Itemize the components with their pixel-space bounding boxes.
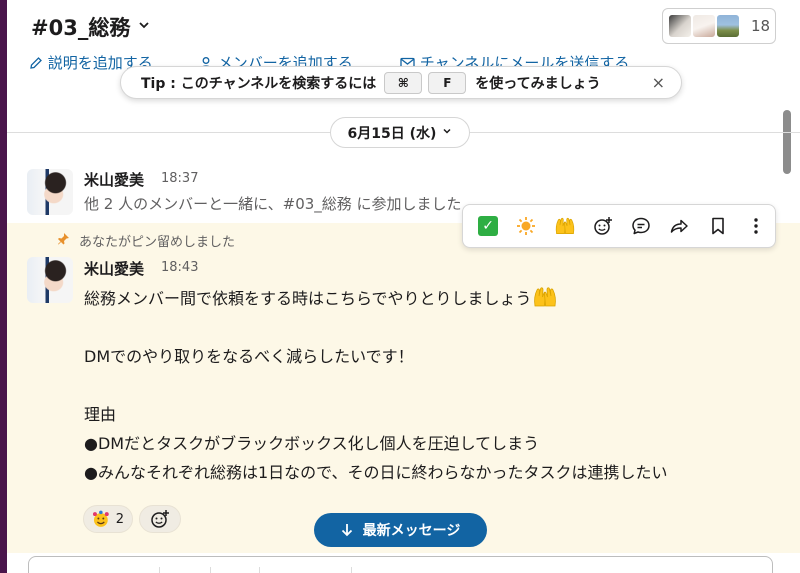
more-actions-button[interactable] [737, 210, 775, 242]
message-line [84, 313, 668, 342]
reply-thread-icon [632, 217, 650, 235]
message-line [84, 371, 668, 400]
message-timestamp[interactable]: 18:37 [161, 171, 198, 186]
toolbar-separator [351, 567, 352, 573]
add-reaction-icon [151, 510, 169, 528]
search-tip-banner: Tip : このチャンネルを検索するには ⌘ F を使ってみましょう × [120, 66, 682, 99]
jump-to-latest-button[interactable]: 最新メッセージ [314, 513, 487, 547]
message-line: 理由 [84, 405, 117, 424]
close-icon[interactable]: × [652, 73, 665, 92]
raised-hands-emoji [533, 287, 556, 307]
composer-toolbar [29, 567, 772, 573]
tip-prefix: Tip : このチャンネルを検索するには [141, 75, 377, 92]
toolbar-separator [259, 567, 260, 573]
toolbar-separator [210, 567, 211, 573]
pinned-notice: あなたがピン留めしました [57, 231, 235, 250]
channel-members-button[interactable]: 18 [662, 8, 776, 44]
reply-in-thread-button[interactable] [622, 210, 660, 242]
chevron-down-icon [442, 126, 452, 139]
share-message-button[interactable] [660, 210, 698, 242]
message-line: DMでのやり取りをなるべく減らしたいです！ [84, 347, 414, 366]
message-line: 総務メンバー間で依頼をする時はこちらでやりとりしましょう [84, 284, 668, 313]
more-icon [754, 218, 758, 234]
member-avatar [691, 13, 717, 39]
message-line: ●みんなそれぞれ総務は1日なので、その日に終わらなかったタスクは連携したい [84, 463, 668, 482]
chevron-down-icon [138, 19, 150, 35]
system-message-text: 他 2 人のメンバーと一緒に、#03_総務 に参加しました [84, 195, 462, 213]
channel-name-button[interactable]: #03_総務 [31, 12, 150, 42]
sun-emoji [517, 217, 536, 235]
message-author[interactable]: 米山愛美 [84, 258, 144, 279]
check-mark-reaction-button[interactable]: ✓ [469, 210, 507, 242]
pencil-icon [30, 57, 42, 69]
add-reaction-button[interactable] [139, 505, 181, 533]
jump-to-latest-label: 最新メッセージ [362, 523, 461, 539]
avatar[interactable] [27, 169, 73, 215]
reaction-count: 2 [115, 511, 124, 527]
message-body: 総務メンバー間で依頼をする時はこちらでやりとりしましょう DMでのやり取りをなる… [84, 284, 668, 487]
message-actions-toolbar: ✓ [462, 204, 776, 248]
channel-title: #03_総務 [31, 16, 131, 40]
pin-icon [57, 232, 70, 250]
arrow-down-icon [341, 524, 352, 537]
raised-hands-emoji [555, 217, 574, 234]
member-avatar [715, 13, 741, 39]
sun-reaction-button[interactable] [507, 210, 545, 242]
scrollbar-thumb[interactable] [783, 110, 791, 174]
command-key: ⌘ [384, 71, 423, 94]
smiling-face-with-hearts-icon [92, 510, 109, 527]
save-message-button[interactable] [699, 210, 737, 242]
reaction-button[interactable]: 2 [83, 505, 133, 533]
date-label: 6月15日 (水) [347, 125, 437, 142]
tip-suffix: を使ってみましょう [475, 75, 601, 92]
pinned-notice-text: あなたがピン留めしました [79, 235, 236, 250]
member-avatar [667, 13, 693, 39]
raised-hands-reaction-button[interactable] [546, 210, 584, 242]
member-count: 18 [751, 17, 771, 35]
message-line: ●DMだとタスクがブラックボックス化し個人を圧迫してしまう [84, 434, 540, 453]
add-reaction-icon [594, 217, 612, 235]
message-composer[interactable] [28, 556, 773, 573]
avatar[interactable] [27, 257, 73, 303]
message-timestamp[interactable]: 18:43 [161, 260, 198, 275]
f-key: F [428, 71, 467, 94]
message-author[interactable]: 米山愛美 [84, 169, 144, 190]
workspace-sidebar-edge [0, 0, 7, 573]
check-mark-emoji: ✓ [478, 216, 499, 236]
bookmark-icon [711, 217, 724, 235]
date-jump-button[interactable]: 6月15日 (水) [330, 117, 470, 148]
toolbar-separator [159, 567, 160, 573]
add-reaction-button[interactable] [584, 210, 622, 242]
share-icon [671, 219, 689, 233]
channel-header: #03_総務 18 [7, 0, 800, 52]
